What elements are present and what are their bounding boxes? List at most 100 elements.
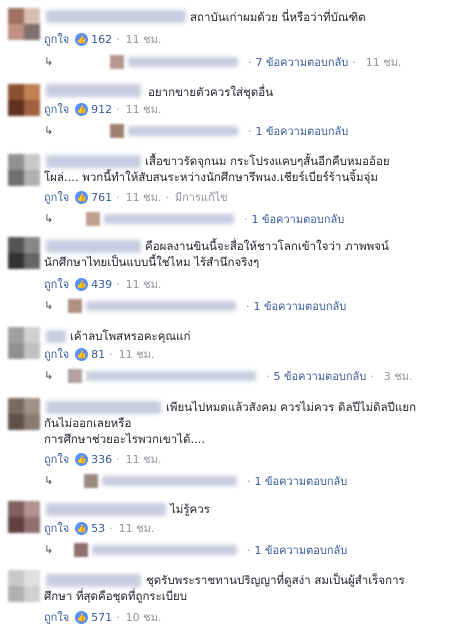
reply-arrow-icon: ↳	[44, 474, 54, 487]
comment-actions: ถูกใจ 👍 761 · 11 ชม. · มีการแก้ไข	[44, 188, 228, 206]
reply-name	[92, 545, 237, 555]
commenter-name[interactable]	[46, 155, 141, 168]
commenter-name[interactable]	[46, 240, 141, 253]
view-replies-link[interactable]: 7 ข้อความตอบกลับ	[256, 53, 349, 71]
commenter-name[interactable]	[46, 503, 166, 516]
comment-text: เค้าลบโพสหรอคะคุณแก่	[70, 329, 191, 343]
reply-name	[128, 126, 238, 136]
commenter-name[interactable]	[46, 10, 186, 23]
comment-text: นักศึกษาไทยเป็นแบบนี้ใช่ไหม ไร้สำนึกจริง…	[44, 255, 260, 269]
commenter-name[interactable]	[46, 330, 66, 343]
avatar[interactable]	[8, 327, 40, 359]
thumbs-up-icon: 👍	[75, 347, 89, 361]
commenter-name[interactable]	[46, 574, 141, 587]
timestamp[interactable]: 11 ชม.	[126, 275, 162, 293]
reply-avatar	[74, 543, 88, 557]
timestamp[interactable]: 11 ชม.	[119, 519, 155, 537]
timestamp[interactable]: 11 ชม.	[126, 450, 162, 468]
comment-actions: ถูกใจ 👍 439 · 11 ชม.	[44, 275, 161, 293]
reply-avatar	[110, 124, 124, 138]
avatar[interactable]	[8, 237, 40, 269]
like-count[interactable]: 439	[91, 278, 112, 291]
thumbs-up-icon: 👍	[75, 32, 89, 46]
timestamp[interactable]: 11 ชม.	[126, 188, 162, 206]
timestamp[interactable]: 11 ชม.	[119, 345, 155, 363]
replies-row[interactable]: ↳ · 1 ข้อความตอบกลับ	[44, 297, 346, 315]
comment-actions: ถูกใจ 👍 53 · 11 ชม.	[44, 519, 154, 537]
replies-row[interactable]: ↳ · 1 ข้อความตอบกลับ	[44, 210, 344, 228]
avatar[interactable]	[8, 8, 40, 40]
like-button[interactable]: ถูกใจ	[44, 608, 69, 626]
comment-text: ไม่รู้ควร	[170, 502, 210, 516]
replies-row[interactable]: ↳ · 1 ข้อความตอบกลับ	[44, 122, 348, 140]
comment-text: ชุดรับพระราชทานปริญญาที่ดูสง่า สมเป็นผู้…	[146, 573, 405, 587]
like-button[interactable]: ถูกใจ	[44, 188, 69, 206]
reply-name	[86, 301, 236, 311]
like-count[interactable]: 162	[91, 33, 112, 46]
comment-text: อยากขายตัวควรใส่ชุดอื่น	[148, 85, 274, 99]
avatar[interactable]	[8, 501, 40, 533]
view-replies-link[interactable]: 1 ข้อความตอบกลับ	[252, 210, 345, 228]
like-button[interactable]: ถูกใจ	[44, 275, 69, 293]
reply-avatar	[84, 474, 98, 488]
comment-actions: ถูกใจ 👍 912 · 11 ชม.	[44, 100, 161, 118]
comment-text: การศึกษาช่วยอะไรพวกเขาได้....	[44, 432, 206, 446]
comment-text: คือผลงานขินนี้จะสื่อให้ชาวโลกเข้าใจว่า ภ…	[145, 239, 389, 253]
comment-text: ศึกษา ที่สุดคือชุดที่ถูกระเบียบ	[44, 589, 188, 603]
comment-text: สถาบันเก่าผมด้วย นี่หรือว่าที่บัณฑิต	[190, 10, 366, 24]
avatar[interactable]	[8, 154, 40, 186]
view-replies-link[interactable]: 1 ข้อความตอบกลับ	[255, 541, 348, 559]
replies-row[interactable]: ↳ · 1 ข้อความตอบกลับ	[44, 472, 347, 490]
reply-arrow-icon: ↳	[44, 299, 54, 312]
like-count[interactable]: 571	[91, 611, 112, 624]
comment-text: เสื้อขาวรัดจุกนม กระโปรงแคบๆสั้นอีกคืบหม…	[145, 154, 390, 168]
like-button[interactable]: ถูกใจ	[44, 519, 69, 537]
avatar[interactable]	[8, 570, 40, 602]
view-replies-link[interactable]: 1 ข้อความตอบกลับ	[254, 297, 347, 315]
like-button[interactable]: ถูกใจ	[44, 30, 69, 48]
comment-text: กันไม่ออกเลยหรือ	[44, 416, 132, 430]
reply-name	[86, 371, 256, 381]
timestamp[interactable]: 11 ชม.	[126, 30, 162, 48]
avatar[interactable]	[8, 84, 40, 116]
reply-name	[102, 476, 237, 486]
replies-row[interactable]: ↳ · 1 ข้อความตอบกลับ	[44, 541, 347, 559]
commenter-name[interactable]	[46, 84, 141, 97]
like-count[interactable]: 81	[91, 348, 105, 361]
replies-row[interactable]: ↳ · 7 ข้อความตอบกลับ · 11 ชม.	[44, 53, 401, 71]
reply-avatar	[68, 369, 82, 383]
timestamp[interactable]: 10 ชม.	[126, 608, 162, 626]
reply-timestamp: 3 ชม.	[383, 370, 413, 383]
thumbs-up-icon: 👍	[75, 102, 89, 116]
thumbs-up-icon: 👍	[75, 610, 89, 624]
edited-label[interactable]: มีการแก้ไข	[175, 188, 228, 206]
like-button[interactable]: ถูกใจ	[44, 100, 69, 118]
comment-actions: ถูกใจ 👍 571 · 10 ชม.	[44, 608, 161, 626]
reply-arrow-icon: ↳	[44, 212, 54, 225]
reply-avatar	[110, 55, 124, 69]
thumbs-up-icon: 👍	[75, 190, 89, 204]
like-count[interactable]: 53	[91, 522, 105, 535]
timestamp[interactable]: 11 ชม.	[126, 100, 162, 118]
comment-actions: ถูกใจ 👍 81 · 11 ชม.	[44, 345, 154, 363]
avatar[interactable]	[8, 398, 40, 430]
replies-row[interactable]: ↳ · 5 ข้อความตอบกลับ · 3 ชม.	[44, 367, 412, 385]
like-count[interactable]: 336	[91, 453, 112, 466]
like-count[interactable]: 761	[91, 191, 112, 204]
reply-timestamp: 11 ชม.	[365, 56, 402, 69]
reply-arrow-icon: ↳	[44, 55, 54, 68]
like-count[interactable]: 912	[91, 103, 112, 116]
comment-actions: ถูกใจ 👍 336 · 11 ชม.	[44, 450, 161, 468]
view-replies-link[interactable]: 1 ข้อความตอบกลับ	[256, 122, 349, 140]
commenter-name[interactable]	[46, 401, 161, 414]
reply-arrow-icon: ↳	[44, 124, 54, 137]
view-replies-link[interactable]: 1 ข้อความตอบกลับ	[255, 472, 348, 490]
view-replies-link[interactable]: 5 ข้อความตอบกลับ	[274, 367, 367, 385]
thumbs-up-icon: 👍	[75, 521, 89, 535]
like-button[interactable]: ถูกใจ	[44, 450, 69, 468]
comment-text: โผล่.... พวกนี้ทำให้สับสนระหว่างนักศึกษา…	[44, 170, 378, 184]
reply-arrow-icon: ↳	[44, 369, 54, 382]
reply-name	[128, 57, 238, 67]
like-button[interactable]: ถูกใจ	[44, 345, 69, 363]
thumbs-up-icon: 👍	[75, 452, 89, 466]
